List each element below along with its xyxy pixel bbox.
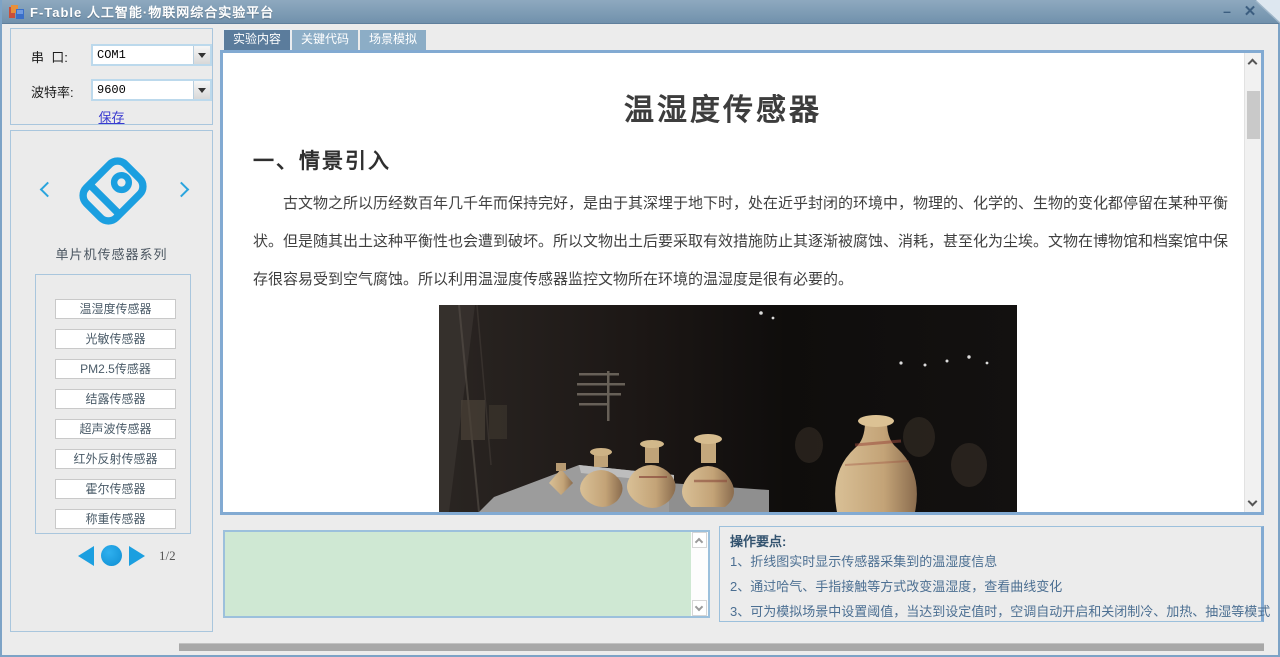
tag-icon <box>67 145 159 237</box>
save-link[interactable]: 保存 <box>11 107 212 126</box>
sensor-list-panel: 温湿度传感器 光敏传感器 PM2.5传感器 结露传感器 超声波传感器 红外反射传… <box>35 274 191 534</box>
sensor-series-panel: 单片机传感器系列 温湿度传感器 光敏传感器 PM2.5传感器 结露传感器 超声波… <box>10 130 213 632</box>
serial-settings-panel: 串 口: COM1 波特率: 9600 保存 <box>10 28 213 125</box>
baud-rate-row: 波特率: 9600 <box>11 79 212 101</box>
baud-rate-dropdown-button[interactable] <box>193 81 210 99</box>
tab-key-code[interactable]: 关键代码 <box>292 30 358 50</box>
serial-port-label: 串 口: <box>31 47 68 66</box>
titlebar[interactable]: F-Table 人工智能·物联网综合实验平台 – ✕ <box>2 0 1280 24</box>
note-item-1: 1、折线图实时显示传感器采集到的温湿度信息 <box>730 551 997 570</box>
serial-port-value: COM1 <box>93 46 193 64</box>
chevron-down-icon <box>695 603 703 611</box>
page-indicator: 1/2 <box>159 548 176 564</box>
log-scrollbar[interactable] <box>691 532 708 616</box>
sensor-button-photosensitive[interactable]: 光敏传感器 <box>55 329 176 349</box>
dropdown-arrow-icon <box>198 53 206 58</box>
chevron-up-icon <box>695 538 703 546</box>
sensor-button-weighing[interactable]: 称重传感器 <box>55 509 176 529</box>
dropdown-arrow-icon <box>198 88 206 93</box>
baud-rate-label: 波特率: <box>31 82 74 101</box>
operation-notes-panel: 操作要点: 1、折线图实时显示传感器采集到的温湿度信息 2、通过哈气、手指接触等… <box>719 526 1264 622</box>
tab-experiment-content[interactable]: 实验内容 <box>224 30 290 50</box>
sensor-button-pm25[interactable]: PM2.5传感器 <box>55 359 176 379</box>
app-window: { "window": { "title": "F-Table 人工智能·物联网… <box>0 0 1280 657</box>
baud-rate-select[interactable]: 9600 <box>91 79 212 101</box>
pager: 1/2 <box>11 543 212 569</box>
log-scroll-up-button[interactable] <box>692 532 707 548</box>
sensor-button-temperature-humidity[interactable]: 温湿度传感器 <box>55 299 176 319</box>
document-title: 温湿度传感器 <box>223 85 1223 129</box>
corner-fold-decoration <box>1256 0 1280 24</box>
minimize-button[interactable]: – <box>1217 2 1237 21</box>
bottom-divider <box>179 643 1264 651</box>
document-paragraph: 古文物之所以历经数百年几千年而保持完好，是由于其深埋于地下时，处在近乎封闭的环境… <box>253 185 1228 299</box>
sensor-button-infrared[interactable]: 红外反射传感器 <box>55 449 176 469</box>
pager-prev-icon[interactable] <box>78 546 94 566</box>
series-label: 单片机传感器系列 <box>11 244 212 263</box>
pager-dot-icon[interactable] <box>101 545 122 566</box>
serial-port-select[interactable]: COM1 <box>91 44 212 66</box>
serial-port-row: 串 口: COM1 <box>11 44 212 66</box>
chevron-down-icon <box>1248 497 1258 507</box>
app-logo-icon <box>9 5 24 19</box>
log-textarea[interactable] <box>225 532 692 616</box>
section-heading: 一、情景引入 <box>253 145 391 175</box>
museum-artifacts-photo <box>439 305 1017 512</box>
serial-port-dropdown-button[interactable] <box>193 46 210 64</box>
experiment-content-panel: 温湿度传感器 一、情景引入 古文物之所以历经数百年几千年而保持完好，是由于其深埋… <box>220 50 1264 515</box>
note-item-3: 3、可为模拟场景中设置阈值，当达到设定值时，空调自动开启和关闭制冷、加热、抽湿等… <box>730 601 1270 620</box>
scrollbar-thumb[interactable] <box>1247 91 1260 139</box>
series-prev-chevron-icon[interactable] <box>39 183 53 197</box>
series-next-chevron-icon[interactable] <box>175 183 189 197</box>
sensor-button-ultrasonic[interactable]: 超声波传感器 <box>55 419 176 439</box>
sensor-button-condensation[interactable]: 结露传感器 <box>55 389 176 409</box>
baud-rate-value: 9600 <box>93 81 193 99</box>
tab-scene-simulation[interactable]: 场景模拟 <box>360 30 426 50</box>
tabbar: 实验内容 关键代码 场景模拟 <box>224 30 426 50</box>
window-title: F-Table 人工智能·物联网综合实验平台 <box>30 2 274 21</box>
log-scroll-down-button[interactable] <box>692 600 707 616</box>
chevron-up-icon <box>1248 59 1258 69</box>
log-panel <box>223 530 710 618</box>
pager-next-icon[interactable] <box>129 546 145 566</box>
notes-heading: 操作要点: <box>730 531 786 550</box>
note-item-2: 2、通过哈气、手指接触等方式改变温湿度，查看曲线变化 <box>730 576 1062 595</box>
content-scrollbar[interactable] <box>1244 53 1261 512</box>
scroll-up-button[interactable] <box>1245 53 1262 70</box>
scroll-down-button[interactable] <box>1245 495 1262 512</box>
sensor-button-hall[interactable]: 霍尔传感器 <box>55 479 176 499</box>
